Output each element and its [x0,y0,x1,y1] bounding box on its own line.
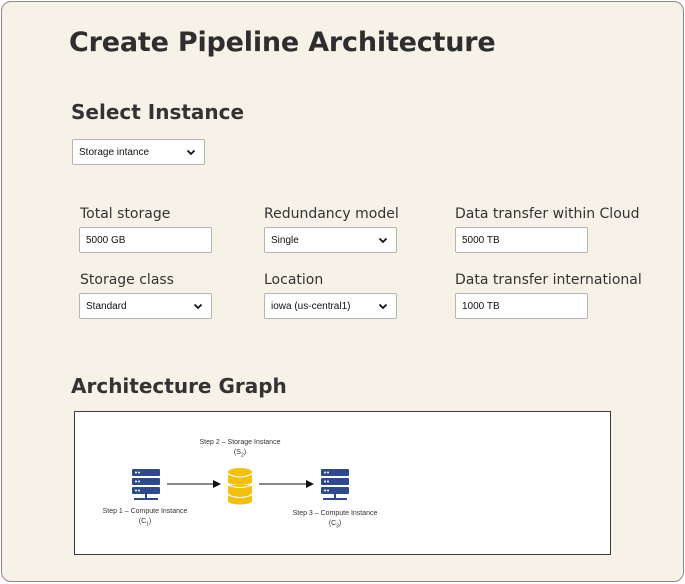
node-step-label: Step 1 – Compute Instance [102,508,188,515]
transfer-within-cloud-label: Data transfer within Cloud [455,206,640,222]
server-icon [321,469,349,500]
transfer-within-cloud-value: 5000 TB [462,234,500,246]
architecture-graph [132,468,349,505]
redundancy-model-value: Single [271,234,299,246]
storage-class-select[interactable]: Standard [79,293,212,319]
chevron-down-icon [193,303,203,310]
transfer-within-cloud-input[interactable]: 5000 TB [455,227,588,253]
node-caption-step2: Step 2 – Storage Instance (S2) [180,438,300,460]
node-symbol: (S2) [233,449,247,459]
architecture-graph-heading: Architecture Graph [71,374,287,398]
architecture-graph-panel: Step 1 – Compute Instance (C1) Step 2 – … [74,411,611,555]
location-select[interactable]: iowa (us-central1) [264,293,397,319]
node-step-label: Step 3 – Compute Instance [292,510,378,517]
total-storage-value: 5000 GB [86,234,126,246]
redundancy-model-select[interactable]: Single [264,227,397,253]
instance-type-value: Storage intance [79,146,150,158]
node-step-label: Step 2 – Storage Instance [199,439,281,446]
chevron-down-icon [378,303,388,310]
location-value: iowa (us-central1) [271,300,351,312]
node-symbol: (C3) [328,520,342,530]
server-icon [132,469,160,500]
total-storage-label: Total storage [80,206,171,222]
instance-type-select[interactable]: Storage intance [72,139,205,165]
node-symbol: (C1) [138,518,152,528]
select-instance-heading: Select Instance [71,100,245,124]
page-title: Create Pipeline Architecture [69,27,496,58]
database-icon [227,468,253,505]
node-caption-step1: Step 1 – Compute Instance (C1) [85,507,205,529]
redundancy-model-label: Redundancy model [264,206,399,222]
storage-class-label: Storage class [80,272,174,288]
node-caption-step3: Step 3 – Compute Instance (C3) [273,509,397,531]
total-storage-input[interactable]: 5000 GB [79,227,212,253]
location-label: Location [264,272,324,288]
chevron-down-icon [186,149,196,156]
transfer-international-value: 1000 TB [462,300,500,312]
chevron-down-icon [378,237,388,244]
storage-class-value: Standard [86,300,127,312]
transfer-international-label: Data transfer international [455,272,642,288]
transfer-international-input[interactable]: 1000 TB [455,293,588,319]
